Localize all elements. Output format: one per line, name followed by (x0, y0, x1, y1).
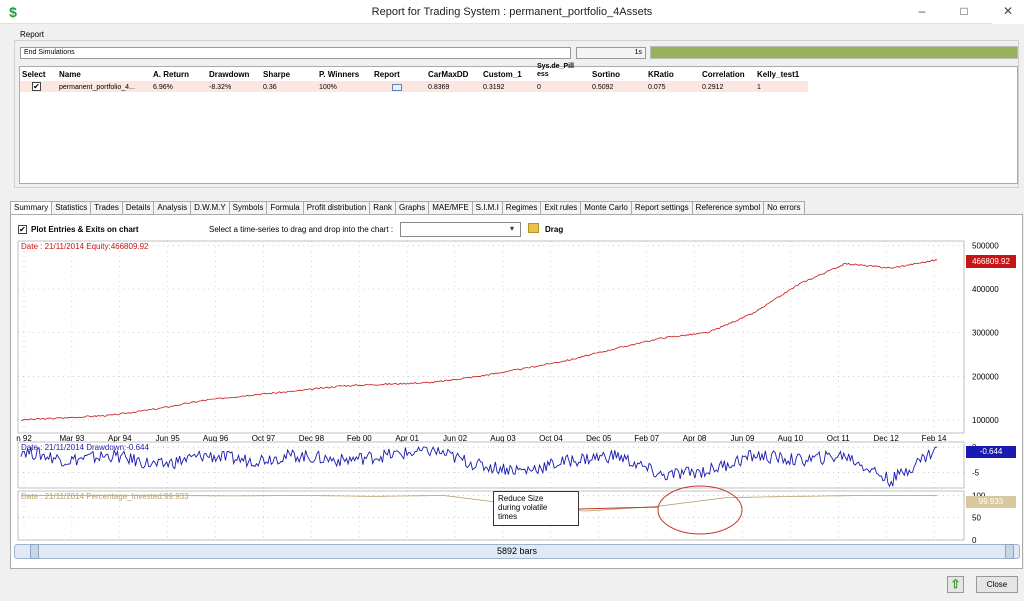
scrollbar-left-handle[interactable] (30, 544, 39, 559)
tab-rank[interactable]: Rank (369, 201, 396, 215)
bars-count-label: 5892 bars (496, 546, 538, 556)
report-group-label: Report (19, 30, 46, 39)
minimize-button[interactable]: – (908, 0, 936, 24)
tab-exit-rules[interactable]: Exit rules (540, 201, 582, 215)
table-cell: 0.2912 (702, 84, 724, 91)
window-title: Report for Trading System : permanent_po… (371, 6, 653, 18)
tab-reference-symbol[interactable]: Reference symbol (691, 201, 765, 215)
table-cell: 0.075 (648, 84, 666, 91)
tab-analysis[interactable]: Analysis (153, 201, 192, 215)
progress-bar (650, 46, 1018, 59)
table-cell: 0 (537, 84, 541, 91)
invested-last-value: 99.933 (966, 496, 1016, 508)
column-header[interactable]: Drawdown (209, 70, 249, 79)
column-header[interactable]: Correlation (702, 70, 745, 79)
scrollbar-right-handle[interactable] (1005, 544, 1014, 559)
tab-formula[interactable]: Formula (266, 201, 304, 215)
progress-fill (651, 47, 1017, 58)
tab-no-errors[interactable]: No errors (763, 201, 805, 215)
arrow-up-icon[interactable]: ⇧ (947, 576, 964, 593)
table-row[interactable] (20, 81, 808, 92)
tab-profit-distribution[interactable]: Profit distribution (302, 201, 371, 215)
annotation-callout: Reduce Size during volatile times (493, 491, 579, 526)
plot-entries-label: Plot Entries & Exits on chart (31, 225, 139, 234)
tab-bar: Summary Statistics Trades Details Analysis D.… (10, 201, 805, 216)
tab-trades[interactable]: Trades (90, 201, 123, 215)
column-header[interactable]: Name (59, 70, 81, 79)
series-select[interactable] (400, 222, 521, 237)
tab-details[interactable]: Details (121, 201, 155, 215)
table-cell: 6.96% (153, 84, 173, 91)
column-header[interactable]: Sharpe (263, 70, 290, 79)
column-header[interactable]: Sys.de_Pill ess (537, 63, 581, 79)
plot-entries-checkbox[interactable]: ✔ (18, 225, 27, 234)
column-header[interactable]: Sortino (592, 70, 620, 79)
table-cell: -8.32% (209, 84, 232, 91)
tab-monte-carlo[interactable]: Monte Carlo (580, 201, 632, 215)
table-cell: 0.5092 (592, 84, 614, 91)
column-header[interactable]: P. Winners (319, 70, 359, 79)
column-header[interactable]: Report (374, 70, 400, 79)
tab-s-i-m-i[interactable]: S.I.M.I (471, 201, 503, 215)
tab-statistics[interactable]: Statistics (51, 201, 92, 215)
column-header[interactable]: KRatio (648, 70, 674, 79)
series-select-label: Select a time-series to drag and drop in… (209, 225, 394, 234)
table-cell: 0.3192 (483, 84, 505, 91)
table-cell: 1 (757, 84, 761, 91)
close-window-button[interactable]: ✕ (992, 0, 1024, 24)
select-checkbox[interactable]: ✔ (32, 82, 41, 91)
column-header[interactable]: A. Return (153, 70, 189, 79)
table-cell: 0.8369 (428, 84, 450, 91)
column-header[interactable]: Custom_1 (483, 70, 522, 79)
tab-symbols[interactable]: Symbols (228, 201, 268, 215)
equity-last-value: 466809.92 (966, 255, 1016, 268)
table-cell: permanent_portfolio_4... (59, 84, 135, 91)
table-cell: 0.36 (263, 84, 277, 91)
table-cell: 100% (319, 84, 337, 91)
column-header[interactable]: CarMaxDD (428, 70, 468, 79)
report-icon[interactable] (392, 84, 402, 91)
close-button[interactable]: Close (976, 576, 1018, 593)
tab-d-w-m-y[interactable]: D.W.M.Y (190, 201, 230, 215)
drawdown-last-value: -0.644 (966, 446, 1016, 458)
tab-graphs[interactable]: Graphs (394, 201, 430, 215)
elapsed-time-field: 1s (576, 47, 646, 59)
chevron-down-icon[interactable]: ▾ (510, 224, 514, 233)
maximize-button[interactable]: □ (950, 0, 978, 24)
status-field: End Simulations (20, 47, 571, 59)
column-header[interactable]: Kelly_test1 (757, 70, 799, 79)
tab-regimes[interactable]: Regimes (501, 201, 542, 215)
tab-report-settings[interactable]: Report settings (630, 201, 693, 215)
drag-label[interactable]: Drag (545, 225, 563, 234)
tab-mae-mfe[interactable]: MAE/MFE (428, 201, 473, 215)
column-header[interactable]: Select (22, 70, 46, 79)
folder-icon[interactable] (528, 223, 539, 233)
